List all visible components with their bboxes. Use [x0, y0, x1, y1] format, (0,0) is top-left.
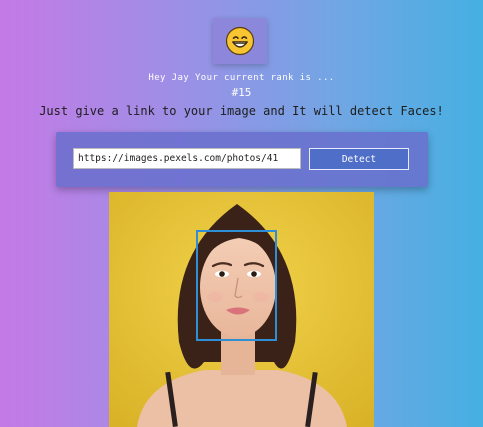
logo-container	[213, 18, 267, 64]
rank-value: #15	[231, 86, 252, 99]
detect-button[interactable]: Detect	[309, 148, 409, 170]
rank-greeting: Hey Jay Your current rank is ...	[148, 73, 335, 83]
face-detection-box	[196, 230, 277, 341]
result-image	[109, 192, 374, 427]
image-url-input[interactable]	[73, 148, 301, 169]
smiling-face-icon	[225, 26, 255, 56]
page-tagline: Just give a link to your image and It wi…	[39, 104, 444, 118]
image-link-form: Detect	[56, 132, 428, 187]
